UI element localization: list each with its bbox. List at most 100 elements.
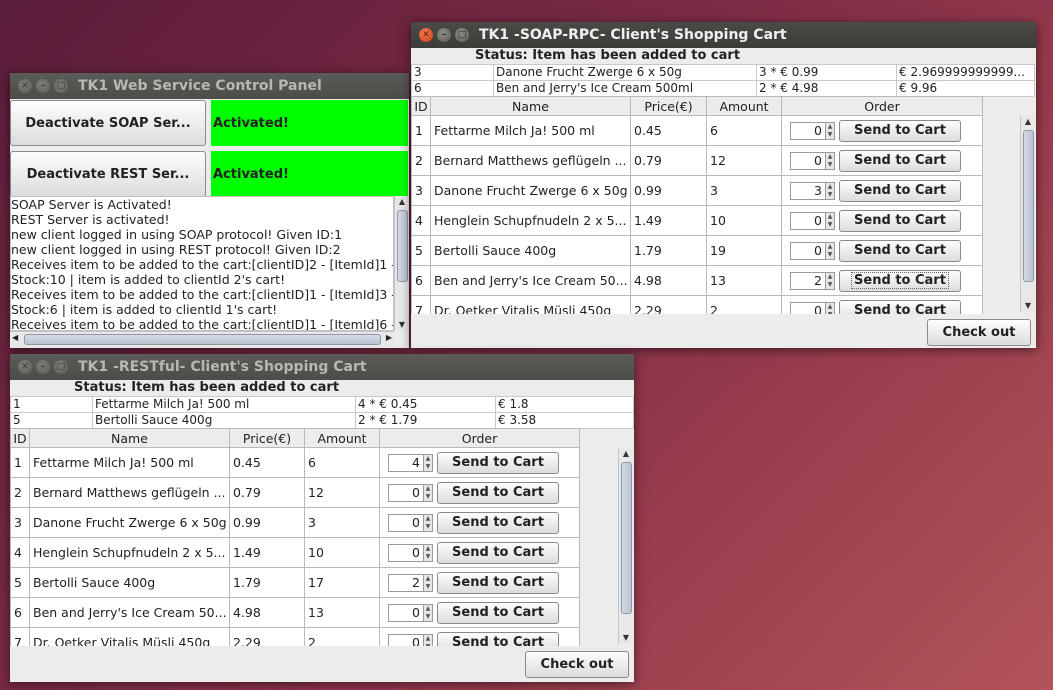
- quantity-spinner[interactable]: 0 ▲ ▼: [790, 241, 835, 260]
- spinner-arrows[interactable]: ▲ ▼: [826, 301, 835, 314]
- column-header-name[interactable]: Name: [29, 428, 230, 448]
- scroll-down-icon[interactable]: ▼: [1021, 300, 1035, 312]
- spinner-up-icon[interactable]: ▲: [424, 515, 432, 523]
- spinner-arrows[interactable]: ▲ ▼: [424, 603, 433, 622]
- spinner-up-icon[interactable]: ▲: [424, 605, 432, 613]
- spinner-up-icon[interactable]: ▲: [826, 213, 834, 221]
- send-to-cart-button[interactable]: Send to Cart: [839, 239, 961, 262]
- maximize-icon[interactable]: □: [455, 28, 469, 42]
- maximize-icon[interactable]: □: [54, 360, 68, 374]
- checkout-button[interactable]: Check out: [525, 651, 629, 678]
- column-header-amount[interactable]: Amount: [706, 96, 782, 116]
- quantity-spinner[interactable]: 0 ▲ ▼: [790, 151, 835, 170]
- send-to-cart-button[interactable]: Send to Cart: [437, 601, 559, 624]
- quantity-spinner[interactable]: 0 ▲ ▼: [388, 633, 433, 647]
- scroll-down-icon[interactable]: ▼: [395, 319, 409, 331]
- quantity-value[interactable]: 0: [790, 241, 826, 260]
- spinner-arrows[interactable]: ▲ ▼: [424, 573, 433, 592]
- spinner-up-icon[interactable]: ▲: [826, 183, 834, 191]
- column-header-price[interactable]: Price(€): [630, 96, 707, 116]
- column-header-id[interactable]: ID: [10, 428, 30, 448]
- column-header-order[interactable]: Order: [781, 96, 983, 116]
- scroll-up-icon[interactable]: ▲: [395, 196, 409, 208]
- close-icon[interactable]: ✕: [419, 28, 433, 42]
- spinner-up-icon[interactable]: ▲: [424, 545, 432, 553]
- checkout-button[interactable]: Check out: [927, 319, 1031, 346]
- maximize-icon[interactable]: □: [54, 79, 68, 93]
- quantity-spinner[interactable]: 0 ▲ ▼: [388, 483, 433, 502]
- send-to-cart-button[interactable]: Send to Cart: [839, 209, 961, 232]
- quantity-spinner[interactable]: 3 ▲ ▼: [790, 181, 835, 200]
- quantity-spinner[interactable]: 0 ▲ ▼: [790, 121, 835, 140]
- spinner-down-icon[interactable]: ▼: [424, 553, 432, 561]
- products-vertical-scrollbar[interactable]: ▲ ▼: [618, 448, 633, 644]
- spinner-down-icon[interactable]: ▼: [826, 161, 834, 169]
- send-to-cart-button[interactable]: Send to Cart: [839, 299, 961, 314]
- spinner-down-icon[interactable]: ▼: [424, 643, 432, 647]
- deactivate-rest-button[interactable]: Deactivate REST Ser...: [10, 151, 206, 197]
- quantity-spinner[interactable]: 0 ▲ ▼: [790, 301, 835, 314]
- quantity-value[interactable]: 0: [388, 513, 424, 532]
- server-log[interactable]: SOAP Server is Activated! REST Server is …: [10, 196, 394, 331]
- spinner-up-icon[interactable]: ▲: [424, 485, 432, 493]
- send-to-cart-button[interactable]: Send to Cart: [437, 571, 559, 594]
- spinner-up-icon[interactable]: ▲: [424, 575, 432, 583]
- spinner-down-icon[interactable]: ▼: [826, 191, 834, 199]
- minimize-icon[interactable]: –: [36, 79, 50, 93]
- quantity-value[interactable]: 0: [790, 301, 826, 314]
- column-header-id[interactable]: ID: [411, 96, 431, 116]
- spinner-arrows[interactable]: ▲ ▼: [826, 151, 835, 170]
- spinner-up-icon[interactable]: ▲: [826, 243, 834, 251]
- column-header-price[interactable]: Price(€): [229, 428, 305, 448]
- scroll-up-icon[interactable]: ▲: [1021, 116, 1035, 128]
- quantity-value[interactable]: 2: [790, 271, 826, 290]
- send-to-cart-button[interactable]: Send to Cart: [839, 119, 961, 142]
- send-to-cart-button[interactable]: Send to Cart: [437, 631, 559, 646]
- minimize-icon[interactable]: –: [36, 360, 50, 374]
- spinner-arrows[interactable]: ▲ ▼: [424, 483, 433, 502]
- scroll-up-icon[interactable]: ▲: [619, 448, 633, 460]
- spinner-arrows[interactable]: ▲ ▼: [826, 241, 835, 260]
- send-to-cart-button[interactable]: Send to Cart: [839, 269, 961, 292]
- minimize-icon[interactable]: –: [437, 28, 451, 42]
- spinner-up-icon[interactable]: ▲: [826, 123, 834, 131]
- send-to-cart-button[interactable]: Send to Cart: [839, 179, 961, 202]
- spinner-up-icon[interactable]: ▲: [826, 273, 834, 281]
- spinner-down-icon[interactable]: ▼: [424, 523, 432, 531]
- quantity-value[interactable]: 0: [790, 211, 826, 230]
- scroll-down-icon[interactable]: ▼: [619, 632, 633, 644]
- quantity-value[interactable]: 0: [388, 543, 424, 562]
- spinner-up-icon[interactable]: ▲: [826, 153, 834, 161]
- scroll-thumb[interactable]: [397, 210, 408, 282]
- spinner-down-icon[interactable]: ▼: [826, 131, 834, 139]
- soap-cart-titlebar[interactable]: ✕ – □ TK1 -SOAP-RPC- Client's Shopping C…: [411, 22, 1036, 48]
- send-to-cart-button[interactable]: Send to Cart: [437, 481, 559, 504]
- spinner-down-icon[interactable]: ▼: [424, 583, 432, 591]
- spinner-up-icon[interactable]: ▲: [826, 303, 834, 311]
- quantity-spinner[interactable]: 2 ▲ ▼: [790, 271, 835, 290]
- quantity-spinner[interactable]: 0 ▲ ▼: [388, 603, 433, 622]
- quantity-spinner[interactable]: 0 ▲ ▼: [388, 513, 433, 532]
- log-vertical-scrollbar[interactable]: ▲ ▼: [394, 196, 409, 331]
- spinner-down-icon[interactable]: ▼: [424, 463, 432, 471]
- column-header-name[interactable]: Name: [430, 96, 631, 116]
- quantity-value[interactable]: 0: [790, 121, 826, 140]
- spinner-arrows[interactable]: ▲ ▼: [826, 211, 835, 230]
- spinner-arrows[interactable]: ▲ ▼: [826, 181, 835, 200]
- quantity-value[interactable]: 0: [388, 633, 424, 646]
- quantity-value[interactable]: 0: [388, 483, 424, 502]
- column-header-order[interactable]: Order: [379, 428, 580, 448]
- control-panel-titlebar[interactable]: ✕ – □ TK1 Web Service Control Panel: [10, 73, 409, 99]
- spinner-arrows[interactable]: ▲ ▼: [424, 633, 433, 647]
- scroll-left-icon[interactable]: ◀: [12, 333, 18, 342]
- spinner-arrows[interactable]: ▲ ▼: [826, 271, 835, 290]
- send-to-cart-button[interactable]: Send to Cart: [437, 451, 559, 474]
- rest-cart-titlebar[interactable]: ✕ – □ TK1 -RESTful- Client's Shopping Ca…: [10, 354, 634, 380]
- scroll-right-icon[interactable]: ▶: [386, 333, 392, 342]
- quantity-spinner[interactable]: 0 ▲ ▼: [790, 211, 835, 230]
- quantity-value[interactable]: 2: [388, 573, 424, 592]
- spinner-arrows[interactable]: ▲ ▼: [424, 453, 433, 472]
- scroll-thumb[interactable]: [1023, 130, 1034, 282]
- hscroll-thumb[interactable]: [24, 334, 381, 345]
- close-icon[interactable]: ✕: [18, 79, 32, 93]
